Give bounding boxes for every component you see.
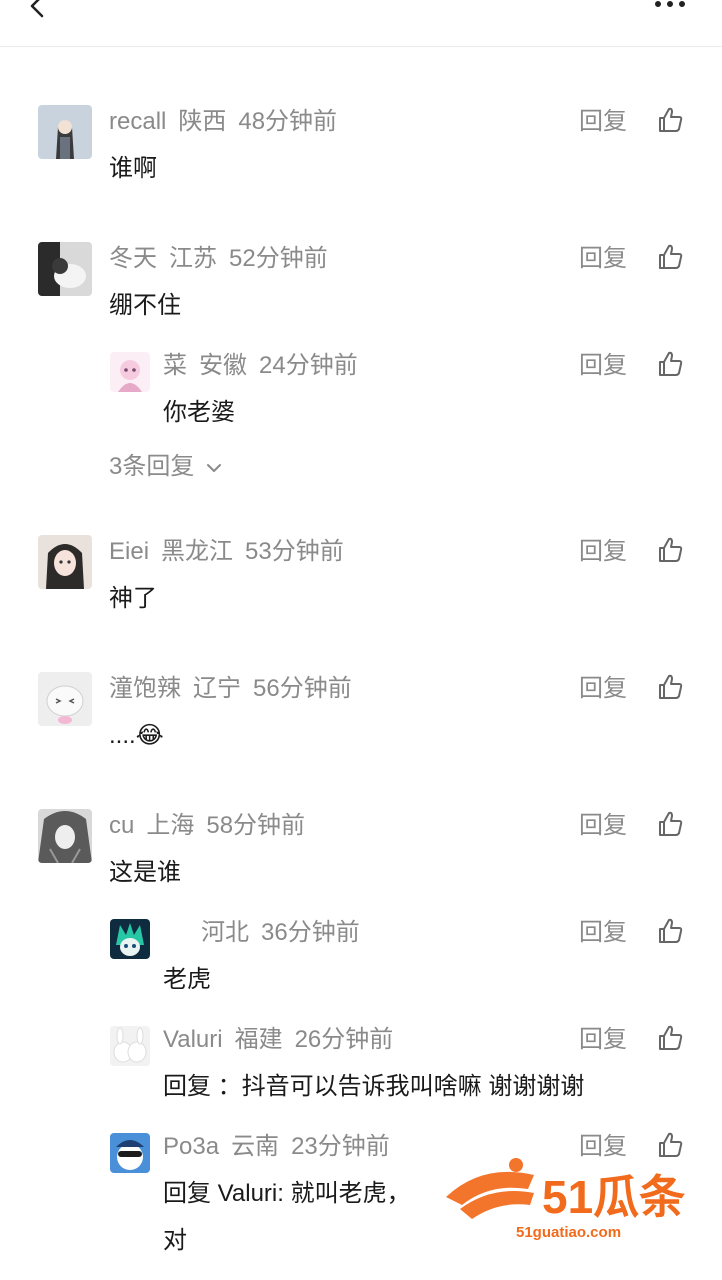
comment-meta: Eiei 黑龙江 53分钟前	[109, 537, 344, 567]
avatar[interactable]	[110, 352, 150, 392]
thumbs-up-icon[interactable]	[656, 536, 684, 564]
reply-button[interactable]: 回复	[579, 1025, 627, 1055]
reply-button[interactable]: 回复	[579, 107, 627, 137]
thumbs-up-icon[interactable]	[656, 810, 684, 838]
comment-text: 老虎	[163, 966, 211, 993]
avatar[interactable]	[110, 1026, 150, 1066]
comment-time: 24分钟前	[259, 352, 358, 379]
expand-replies-button[interactable]: 3条回复	[109, 452, 223, 482]
thumbs-up-icon[interactable]	[656, 350, 684, 378]
comment-text: 回复 Valuri: 就叫老虎，	[163, 1180, 411, 1207]
comment-user[interactable]: 菜	[163, 352, 187, 379]
thumbs-up-icon[interactable]	[656, 243, 684, 271]
avatar[interactable]	[38, 105, 92, 159]
comment-meta: Valuri 福建 26分钟前	[163, 1025, 393, 1055]
comment-region: 安徽	[199, 352, 247, 379]
chevron-left-icon[interactable]	[22, 0, 52, 24]
reply-button[interactable]: 回复	[579, 918, 627, 948]
comment-meta: 河北 36分钟前	[163, 918, 360, 948]
avatar[interactable]	[38, 535, 92, 589]
thumbs-up-icon[interactable]	[656, 106, 684, 134]
comment-user[interactable]: Valuri	[163, 1026, 223, 1053]
avatar[interactable]	[38, 242, 92, 296]
comment-user[interactable]: 潼饱辣	[109, 675, 181, 702]
comment-meta: 潼饱辣 辽宁 56分钟前	[109, 674, 352, 704]
comment-text: 这是谁	[109, 859, 181, 886]
comment-text: 回复 ：抖音可以告诉我叫啥嘛 谢谢谢谢	[163, 1073, 585, 1100]
comment-text: 绷不住	[109, 292, 181, 319]
comment-region: 陕西	[178, 108, 227, 135]
expand-replies-label: 3条回复	[109, 453, 195, 480]
comment-time: 58分钟前	[206, 812, 306, 839]
avatar[interactable]	[110, 1133, 150, 1173]
comment-region: 福建	[234, 1026, 283, 1053]
comment-region: 云南	[231, 1133, 280, 1160]
comment-user[interactable]: Eiei	[109, 538, 149, 565]
comment-region: 辽宁	[193, 675, 241, 702]
thumbs-up-icon[interactable]	[656, 673, 684, 701]
comment-time: 26分钟前	[294, 1026, 394, 1053]
comment-region: 河北	[201, 919, 249, 946]
comment-meta: 冬天 江苏 52分钟前	[109, 244, 328, 274]
avatar[interactable]	[110, 919, 150, 959]
more-dots-icon[interactable]	[652, 0, 692, 14]
thumbs-up-icon[interactable]	[656, 917, 684, 945]
comment-time: 48分钟前	[238, 108, 338, 135]
comment-region: 江苏	[169, 245, 217, 272]
comment-meta: cu 上海 58分钟前	[109, 811, 305, 841]
comment-text: ....😂	[109, 722, 164, 749]
avatar[interactable]	[38, 672, 92, 726]
thumbs-up-icon[interactable]	[656, 1024, 684, 1052]
watermark-text: 51瓜条	[542, 1171, 685, 1223]
comment-meta: 菜安徽 24分钟前	[163, 351, 358, 381]
comment-meta: Po3a 云南 23分钟前	[163, 1132, 390, 1162]
comment-text: 神了	[109, 585, 157, 612]
comment-time: 56分钟前	[253, 675, 352, 702]
reply-button[interactable]: 回复	[579, 537, 627, 567]
chevron-down-icon	[207, 463, 222, 472]
comment-user[interactable]: 冬天	[109, 245, 157, 272]
comment-time: 23分钟前	[291, 1133, 390, 1160]
top-bar	[0, 0, 722, 47]
comment-user[interactable]: cu	[109, 812, 134, 839]
comment-time: 36分钟前	[261, 919, 360, 946]
reply-button[interactable]: 回复	[579, 674, 627, 704]
comment-text: 谁啊	[109, 155, 157, 182]
comment-time: 53分钟前	[245, 538, 344, 565]
comment-region: 上海	[146, 812, 195, 839]
reply-button[interactable]: 回复	[579, 811, 627, 841]
comment-region: 黑龙江	[161, 538, 234, 565]
comment-text: 你老婆	[163, 399, 235, 426]
avatar[interactable]	[38, 809, 92, 863]
comment-text-continued: 对	[163, 1227, 187, 1254]
comment-user[interactable]: Po3a	[163, 1133, 219, 1160]
watermark-url: 51guatiao.com	[516, 1224, 621, 1241]
comment-user[interactable]: recall	[109, 108, 166, 135]
reply-button[interactable]: 回复	[579, 244, 627, 274]
reply-button[interactable]: 回复	[579, 351, 627, 381]
watermark-logo: 51瓜条 51guatiao.com	[446, 1158, 685, 1241]
comment-meta: recall 陕西 48分钟前	[109, 107, 337, 137]
comment-time: 52分钟前	[229, 245, 328, 272]
